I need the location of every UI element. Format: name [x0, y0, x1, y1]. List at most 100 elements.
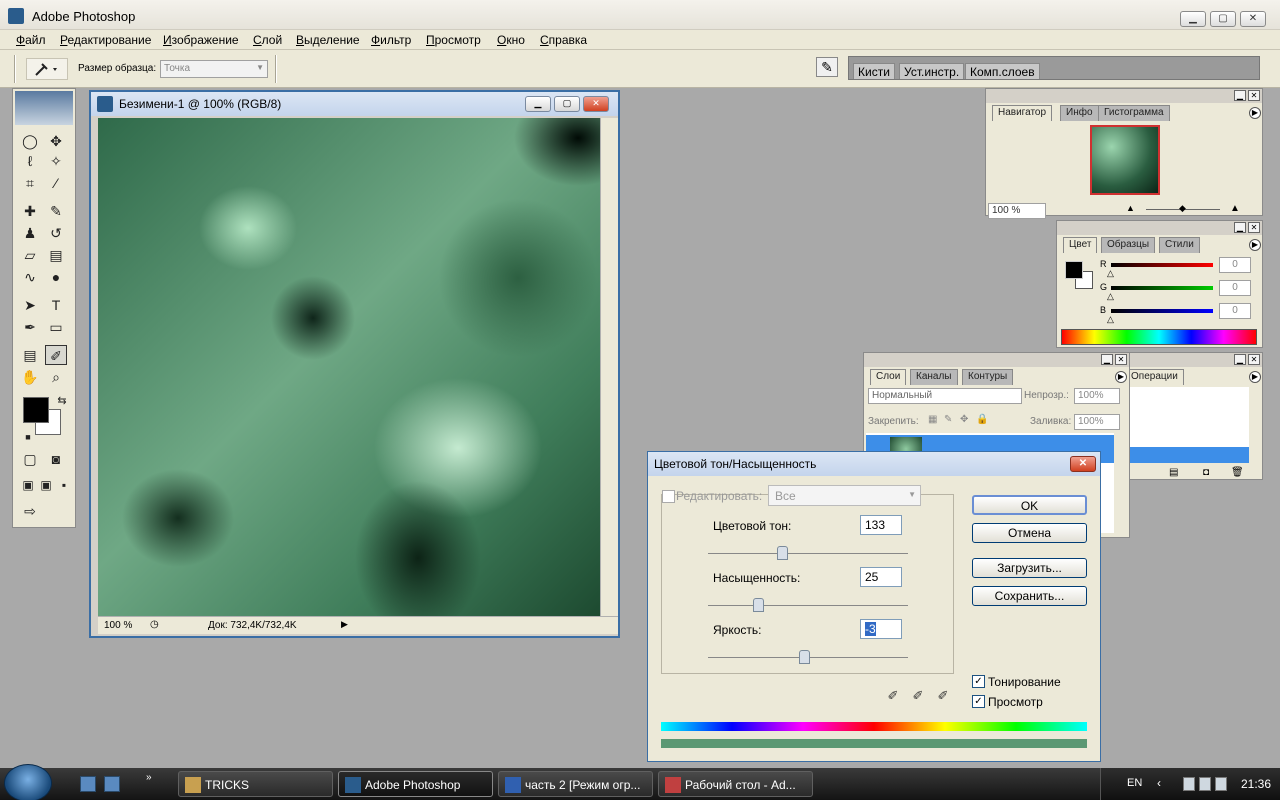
- taskbar-button-desktop[interactable]: Рабочий стол - Ad...: [658, 771, 813, 797]
- network-icon[interactable]: [1183, 777, 1195, 791]
- dialog-titlebar[interactable]: Цветовой тон/Насыщенность: [648, 452, 1100, 476]
- start-button[interactable]: [4, 764, 52, 800]
- cancel-button[interactable]: Отмена: [972, 523, 1087, 543]
- security-icon[interactable]: [1215, 777, 1227, 791]
- hue-slider-thumb[interactable]: [776, 546, 788, 560]
- zoom-in-icon[interactable]: ▲: [1230, 203, 1240, 214]
- color-fg-swatch[interactable]: [1065, 261, 1083, 279]
- taskbar-button-tricks[interactable]: TRICKS: [178, 771, 333, 797]
- saturation-slider-thumb[interactable]: [752, 598, 764, 612]
- well-tab-layer-comps[interactable]: Комп.слоев: [965, 63, 1040, 79]
- blur-tool-icon[interactable]: ∿: [19, 267, 41, 287]
- blend-mode-select[interactable]: Нормальный: [868, 388, 1022, 404]
- close-button[interactable]: ✕: [1240, 11, 1266, 27]
- palette-minimize-button[interactable]: ▁: [1234, 354, 1246, 365]
- menu-help[interactable]: Справка: [540, 33, 587, 47]
- history-selected-row[interactable]: [1121, 447, 1249, 463]
- new-snapshot-icon[interactable]: ◘: [1203, 467, 1209, 478]
- eyedropper-icon[interactable]: ✐: [884, 688, 902, 706]
- lock-image-icon[interactable]: ✎: [944, 414, 952, 425]
- palette-titlebar[interactable]: ▁ ✕: [864, 353, 1129, 367]
- palette-titlebar[interactable]: ▁ ✕: [1119, 353, 1262, 367]
- quicklaunch-more-icon[interactable]: »: [146, 772, 152, 783]
- hue-field[interactable]: 133: [860, 515, 902, 535]
- preview-checkbox[interactable]: ✓: [972, 695, 985, 708]
- path-selection-tool-icon[interactable]: ➤: [19, 295, 41, 315]
- maximize-button[interactable]: ▢: [1210, 11, 1236, 27]
- history-brush-tool-icon[interactable]: ↺: [45, 223, 67, 243]
- clock[interactable]: 21:36: [1241, 777, 1271, 791]
- zoom-tool-icon[interactable]: ⌕: [45, 367, 67, 387]
- dialog-close-button[interactable]: ✕: [1070, 456, 1096, 472]
- shape-tool-icon[interactable]: ▭: [45, 317, 67, 337]
- load-button[interactable]: Загрузить...: [972, 558, 1087, 578]
- taskbar-button-photoshop[interactable]: Adobe Photoshop: [338, 771, 493, 797]
- tab-history[interactable]: Операции: [1125, 369, 1184, 385]
- zoom-out-icon[interactable]: ▲: [1126, 203, 1135, 213]
- palette-menu-icon[interactable]: ▶: [1249, 239, 1261, 251]
- channel-g-slider[interactable]: [1111, 286, 1213, 290]
- channel-r-slider[interactable]: [1111, 263, 1213, 267]
- zoom-level[interactable]: 100 %: [104, 620, 132, 631]
- tray-expand-icon[interactable]: ‹: [1157, 776, 1161, 790]
- document-minimize-button[interactable]: ▁: [525, 96, 551, 112]
- eyedropper-minus-icon[interactable]: ✐: [934, 688, 952, 706]
- palette-titlebar[interactable]: ▁ ✕: [1057, 221, 1262, 235]
- palette-close-button[interactable]: ✕: [1248, 354, 1260, 365]
- document-maximize-button[interactable]: ▢: [554, 96, 580, 112]
- menu-view[interactable]: Просмотр: [426, 33, 481, 47]
- saturation-slider-track[interactable]: [708, 605, 908, 606]
- new-document-icon[interactable]: ▤: [1169, 467, 1178, 478]
- swap-colors-icon[interactable]: ⇆: [51, 391, 73, 411]
- channel-b-value[interactable]: 0: [1219, 303, 1251, 319]
- palette-minimize-button[interactable]: ▁: [1101, 354, 1113, 365]
- crop-tool-icon[interactable]: ⌗: [19, 173, 41, 193]
- feather-logo[interactable]: [15, 91, 73, 125]
- lock-all-icon[interactable]: 🔒: [976, 414, 988, 425]
- palette-close-button[interactable]: ✕: [1115, 354, 1127, 365]
- menu-image[interactable]: Изображение: [163, 33, 239, 47]
- lightness-slider-thumb[interactable]: [798, 650, 810, 664]
- pen-tool-icon[interactable]: ✒: [19, 317, 41, 337]
- menu-file[interactable]: Файл: [16, 33, 46, 47]
- palette-minimize-button[interactable]: ▁: [1234, 222, 1246, 233]
- lightness-field[interactable]: -3: [860, 619, 902, 639]
- palette-close-button[interactable]: ✕: [1248, 90, 1260, 101]
- palette-titlebar[interactable]: ▁ ✕: [986, 89, 1262, 103]
- lasso-tool-icon[interactable]: ℓ: [19, 151, 41, 171]
- tab-histogram[interactable]: Гистограмма: [1098, 105, 1170, 121]
- lock-position-icon[interactable]: ✥: [960, 414, 968, 425]
- tab-info[interactable]: Инфо: [1060, 105, 1099, 121]
- color-ramp[interactable]: [1061, 329, 1257, 345]
- tab-styles[interactable]: Стили: [1159, 237, 1200, 253]
- standard-mode-icon[interactable]: ▢: [19, 449, 41, 469]
- status-info-icon[interactable]: ◷: [150, 619, 159, 630]
- palette-menu-icon[interactable]: ▶: [1249, 107, 1261, 119]
- dodge-tool-icon[interactable]: ●: [45, 267, 67, 287]
- saturation-field[interactable]: 25: [860, 567, 902, 587]
- slice-tool-icon[interactable]: ⁄: [45, 173, 67, 193]
- image-canvas[interactable]: [98, 118, 600, 616]
- default-colors-icon[interactable]: ■: [17, 427, 39, 447]
- tab-color[interactable]: Цвет: [1063, 237, 1098, 253]
- hue-slider-track[interactable]: [708, 553, 908, 554]
- ok-button[interactable]: OK: [972, 495, 1087, 515]
- brush-tool-icon[interactable]: ✎: [45, 201, 67, 221]
- palette-menu-icon[interactable]: ▶: [1249, 371, 1261, 383]
- taskbar-button-word[interactable]: часть 2 [Режим огр...: [498, 771, 653, 797]
- tab-channels[interactable]: Каналы: [910, 369, 958, 385]
- marquee-tool-icon[interactable]: ◯: [19, 131, 41, 151]
- palette-well-icon[interactable]: ✎: [816, 57, 838, 77]
- type-tool-icon[interactable]: T: [45, 295, 67, 315]
- channel-b-thumb[interactable]: △: [1107, 315, 1115, 324]
- menu-filter[interactable]: Фильтр: [371, 33, 411, 47]
- screen-mode-full-icon[interactable]: ▪: [53, 475, 75, 495]
- clone-stamp-tool-icon[interactable]: ♟: [19, 223, 41, 243]
- navigator-slider-thumb[interactable]: ◆: [1179, 203, 1186, 214]
- jump-to-imageready-icon[interactable]: ⇨: [19, 501, 41, 521]
- document-vertical-scrollbar[interactable]: [600, 118, 618, 616]
- menu-layer[interactable]: Слой: [253, 33, 282, 47]
- minimize-button[interactable]: ▁: [1180, 11, 1206, 27]
- notes-tool-icon[interactable]: ▤: [19, 345, 41, 365]
- tool-preset-picker[interactable]: [26, 58, 68, 80]
